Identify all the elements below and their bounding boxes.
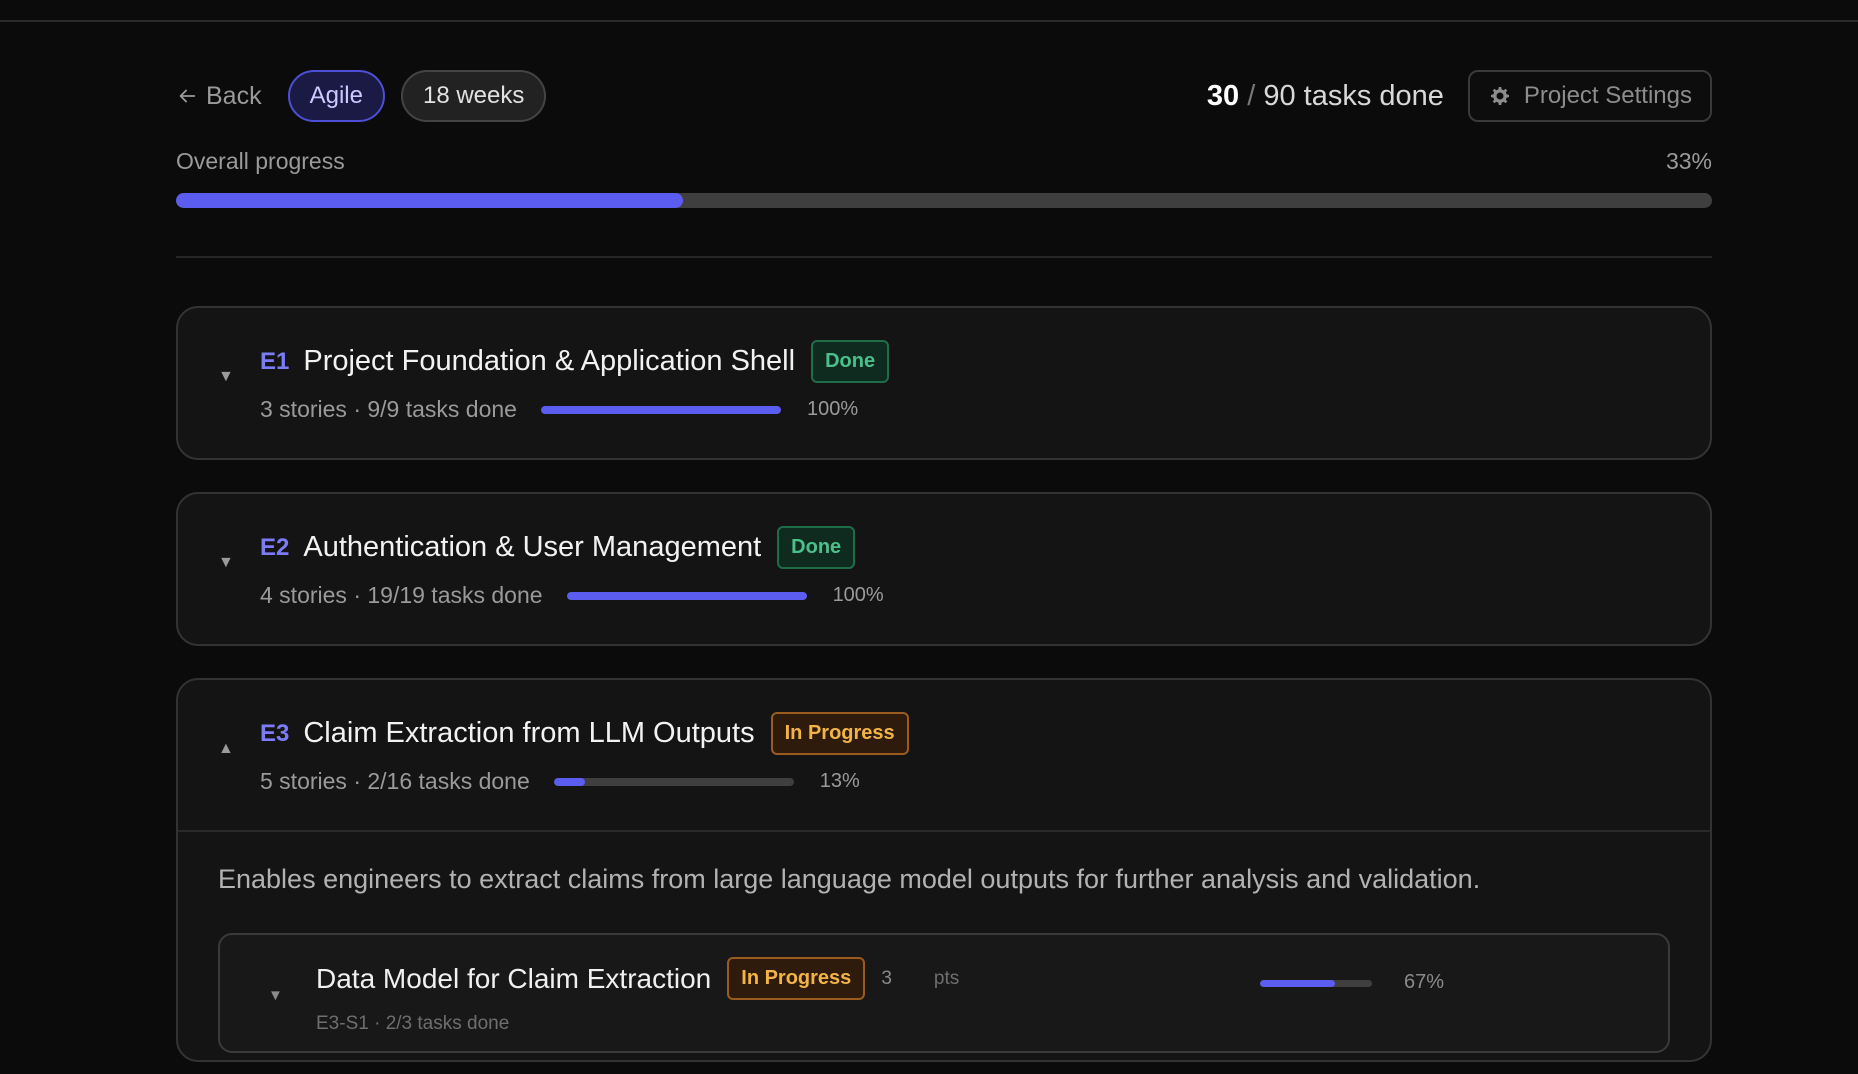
- epic-header-e1[interactable]: ▼ E1 Project Foundation & Application Sh…: [178, 308, 1710, 458]
- epic-progress-fill: [540, 405, 781, 414]
- story-card[interactable]: ▼ Data Model for Claim Extraction In Pro…: [218, 933, 1670, 1053]
- status-badge: In Progress: [770, 712, 909, 755]
- epic-card-e2: ▼ E2 Authentication & User Management Do…: [176, 492, 1712, 646]
- story-progress-percent: 67%: [1404, 971, 1445, 993]
- top-bar: [0, 0, 1858, 22]
- story-points-value: 3: [881, 967, 892, 989]
- epic-title: Project Foundation & Application Shell: [303, 345, 796, 377]
- epic-header-e3[interactable]: ▲ E3 Claim Extraction from LLM Outputs I…: [178, 680, 1710, 830]
- epic-meta: 3 stories · 9/9 tasks done: [260, 396, 517, 422]
- epic-id: E3: [260, 719, 290, 747]
- chevron-down-icon[interactable]: ▼: [218, 554, 234, 572]
- methodology-pill[interactable]: Agile: [287, 70, 385, 122]
- epic-header-e2[interactable]: ▼ E2 Authentication & User Management Do…: [178, 494, 1710, 644]
- epic-id: E2: [260, 533, 290, 561]
- epic-card-e3: ▲ E3 Claim Extraction from LLM Outputs I…: [176, 678, 1712, 1062]
- epic-progress-percent: 13%: [819, 770, 860, 792]
- project-settings-label: Project Settings: [1523, 82, 1692, 109]
- duration-pill[interactable]: 18 weeks: [400, 70, 547, 122]
- section-divider: [176, 256, 1712, 258]
- overall-progress-percent: 33%: [1665, 148, 1712, 174]
- tasks-done-separator: /: [1247, 79, 1256, 112]
- overall-progress-fill: [176, 193, 683, 208]
- back-button[interactable]: Back: [176, 82, 262, 111]
- epic-title: Claim Extraction from LLM Outputs: [303, 717, 755, 749]
- chevron-down-icon[interactable]: ▼: [218, 368, 234, 386]
- epic-title: Authentication & User Management: [303, 531, 762, 563]
- project-header: Back Agile 18 weeks 30 / 90 tasks done P…: [176, 70, 1712, 122]
- project-settings-button[interactable]: Project Settings: [1467, 70, 1712, 122]
- story-title: Data Model for Claim Extraction: [316, 962, 712, 994]
- story-progress-fill: [1260, 980, 1336, 987]
- project-page: Back Agile 18 weeks 30 / 90 tasks done P…: [176, 70, 1712, 1062]
- gear-icon: [1490, 87, 1509, 105]
- chevron-up-icon[interactable]: ▲: [218, 740, 234, 758]
- epic-progress-percent: 100%: [832, 584, 884, 606]
- overall-progress-bar: [176, 193, 1712, 208]
- epic-progress-bar: [553, 777, 794, 786]
- epic-progress-percent: 100%: [806, 398, 859, 420]
- chevron-down-icon[interactable]: ▼: [268, 987, 283, 1004]
- epic-card-e1: ▼ E1 Project Foundation & Application Sh…: [176, 306, 1712, 460]
- epic-progress-bar: [566, 591, 807, 600]
- epic-description: Enables engineers to extract claims from…: [218, 864, 1481, 894]
- overall-progress-labels: Overall progress 33%: [176, 148, 1712, 175]
- epic-meta-row: 4 stories · 19/19 tasks done 100%: [260, 582, 884, 609]
- epic-meta: 4 stories · 19/19 tasks done: [260, 582, 543, 608]
- epic-progress-fill: [553, 777, 585, 786]
- story-title-row: Data Model for Claim Extraction In Progr…: [316, 957, 959, 1000]
- overall-progress-label: Overall progress: [176, 148, 345, 174]
- epic-meta-row: 3 stories · 9/9 tasks done 100%: [260, 396, 858, 423]
- back-label: Back: [206, 81, 262, 110]
- arrow-left-icon: [179, 89, 196, 103]
- tasks-done-summary: 30 / 90 tasks done: [1207, 80, 1444, 113]
- epic-meta-row: 5 stories · 2/16 tasks done 13%: [260, 768, 860, 795]
- tasks-total-label: 90 tasks done: [1263, 79, 1444, 112]
- tasks-done-count: 30: [1206, 79, 1240, 112]
- status-badge: Done: [811, 340, 890, 383]
- epic-title-row: E2 Authentication & User Management Done: [260, 526, 856, 569]
- epic-meta: 5 stories · 2/16 tasks done: [260, 768, 530, 794]
- story-meta: E3-S1 · 2/3 tasks done: [316, 1013, 510, 1034]
- epic-id: E1: [260, 347, 290, 375]
- status-badge: Done: [777, 526, 856, 569]
- epic-body-e3: Enables engineers to extract claims from…: [178, 830, 1710, 1060]
- epic-progress-bar: [540, 405, 781, 414]
- epic-title-row: E3 Claim Extraction from LLM Outputs In …: [260, 712, 909, 755]
- epic-progress-fill: [566, 591, 807, 600]
- story-progress-bar: [1260, 980, 1372, 987]
- status-badge: In Progress: [727, 957, 866, 1000]
- epic-title-row: E1 Project Foundation & Application Shel…: [260, 340, 890, 383]
- story-points-label: pts: [933, 967, 960, 989]
